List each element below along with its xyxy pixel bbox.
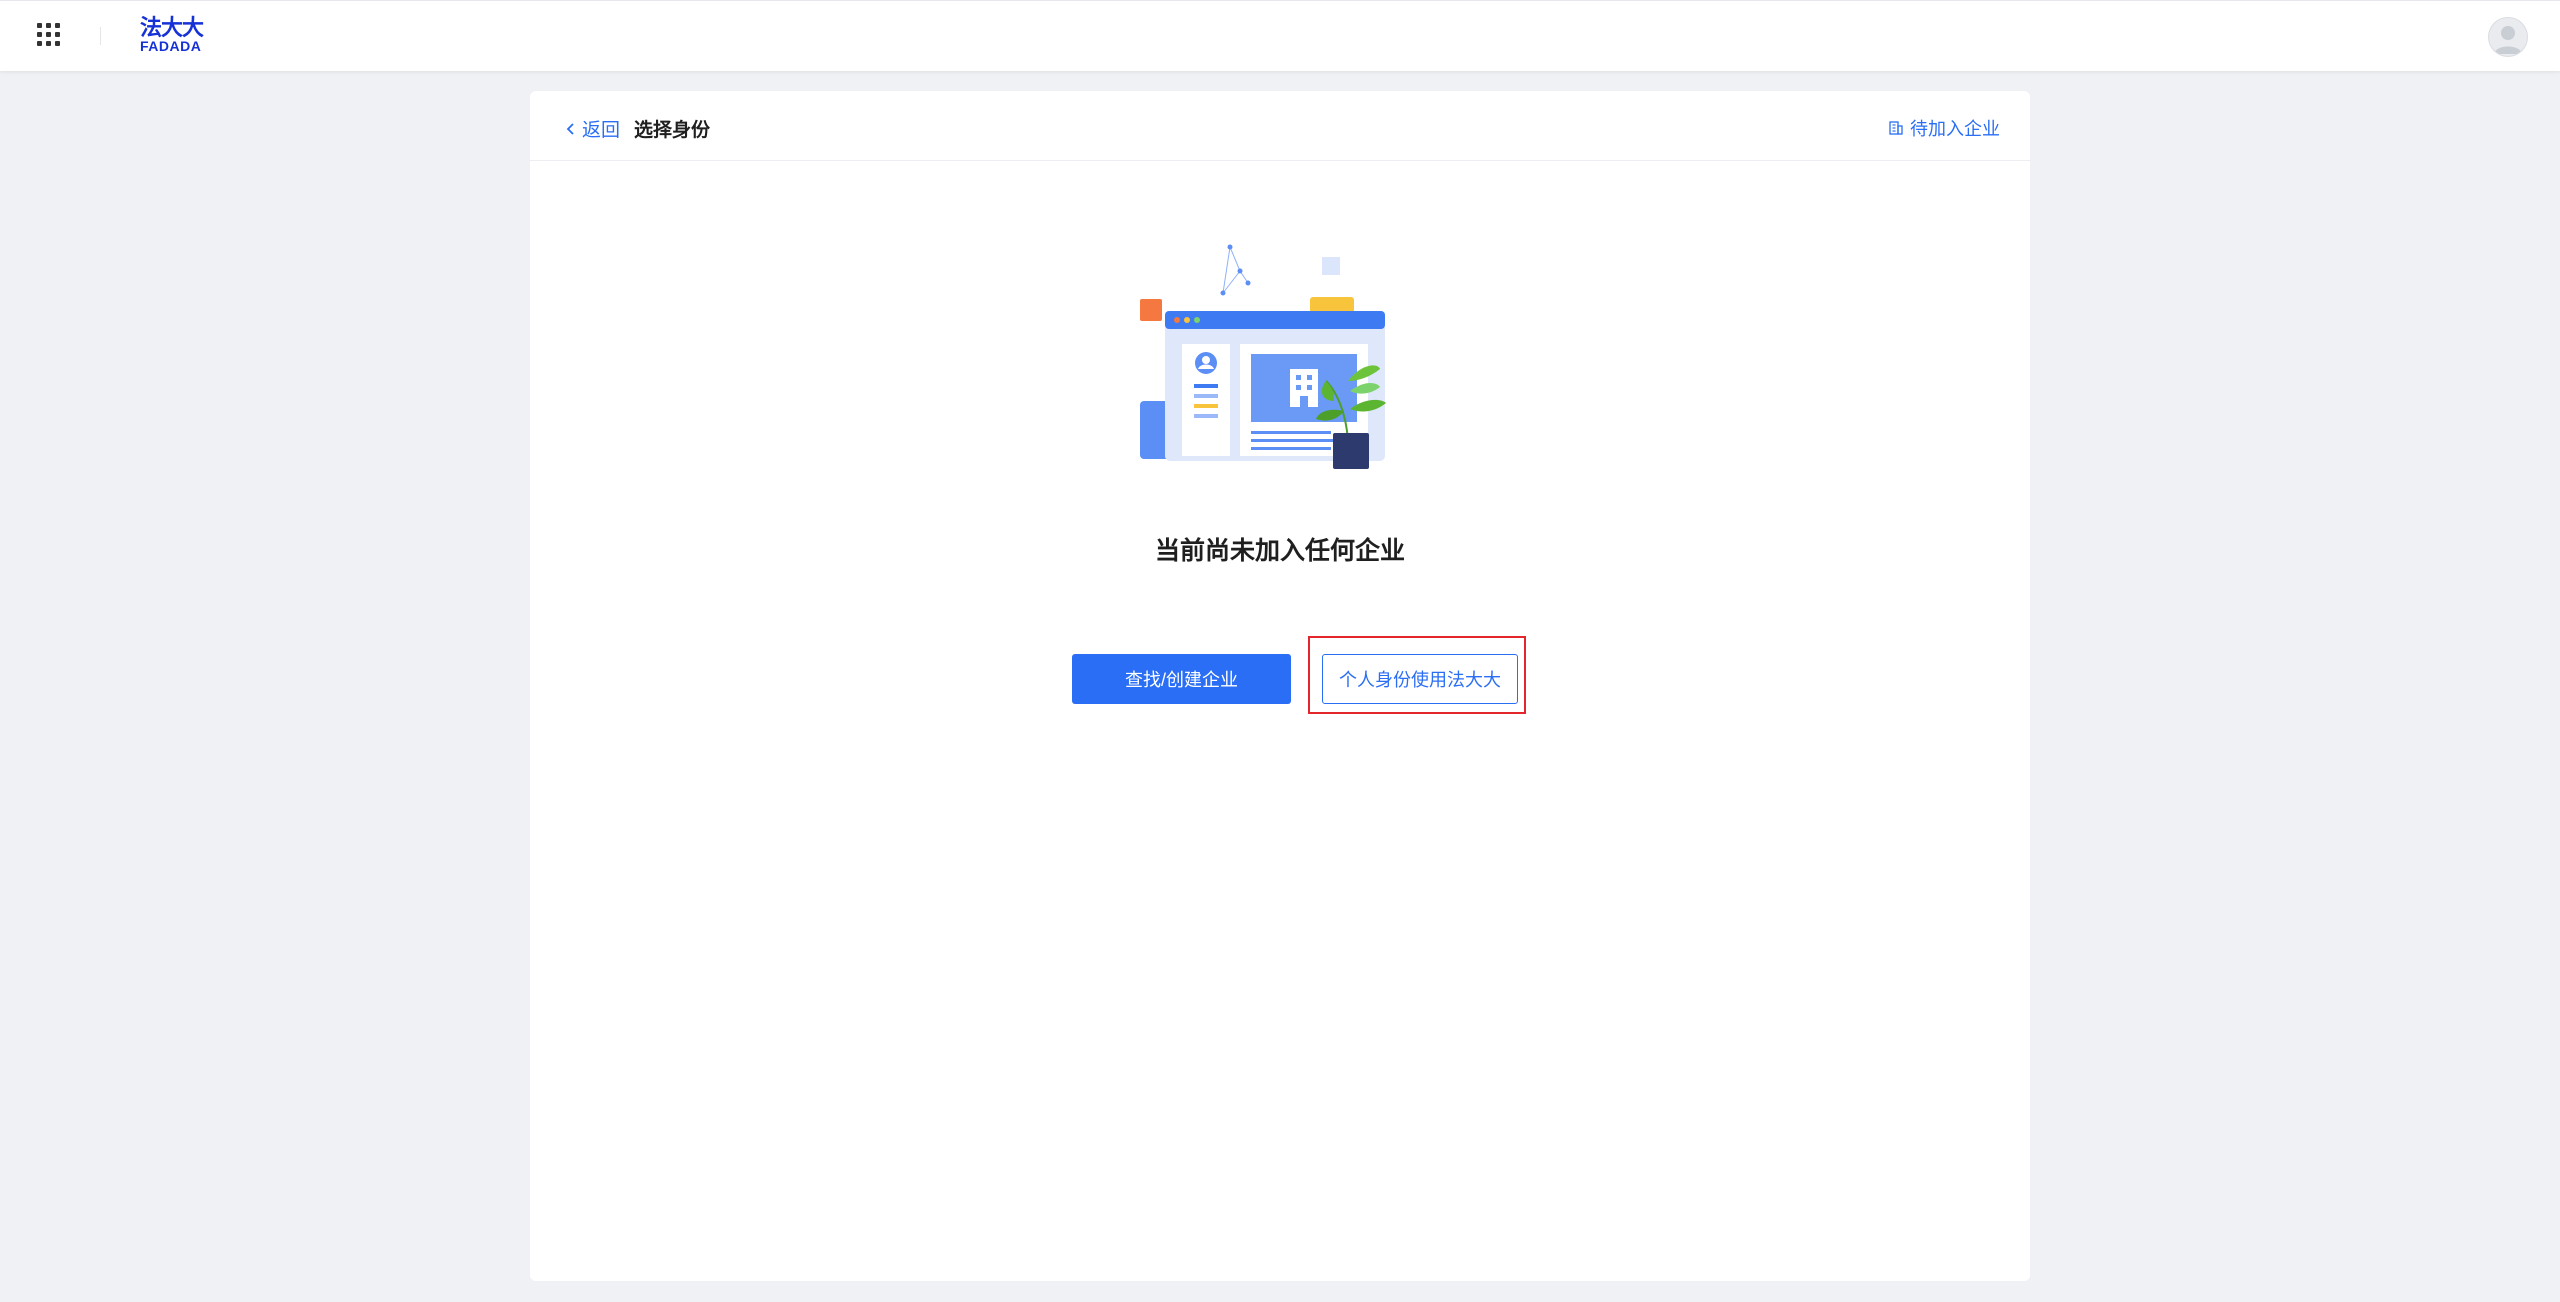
logo-text-en: FADADA: [140, 38, 202, 54]
use-as-individual-button[interactable]: 个人身份使用法大大: [1322, 654, 1518, 704]
pending-label: 待加入企业: [1910, 119, 2000, 139]
find-create-enterprise-button[interactable]: 查找/创建企业: [1072, 654, 1291, 704]
building-icon: [1889, 121, 1903, 135]
apps-grid-icon[interactable]: [37, 23, 61, 47]
fadada-logo[interactable]: 法大大 FADADA: [140, 17, 214, 57]
logo-text-cn: 法大大: [140, 15, 204, 40]
empty-state-message: 当前尚未加入任何企业: [1154, 537, 1405, 565]
back-label: 返回: [582, 120, 621, 141]
card-header: 返回 选择身份 待加入企业: [530, 91, 2030, 161]
top-navigation-bar: 法大大 FADADA: [0, 0, 2560, 71]
chevron-left-icon: [566, 122, 574, 135]
no-enterprise-illustration: [1140, 244, 1386, 469]
user-avatar-icon[interactable]: [2488, 17, 2528, 57]
divider: [100, 27, 101, 45]
page-title: 选择身份: [634, 120, 711, 141]
back-link[interactable]: 返回: [564, 115, 620, 142]
identity-selection-card: 返回 选择身份 待加入企业 当前尚未加入任何企业 查找/创建企业 个人身份使用法…: [530, 91, 2030, 1281]
pending-enterprises-link[interactable]: 待加入企业: [1888, 115, 2000, 141]
